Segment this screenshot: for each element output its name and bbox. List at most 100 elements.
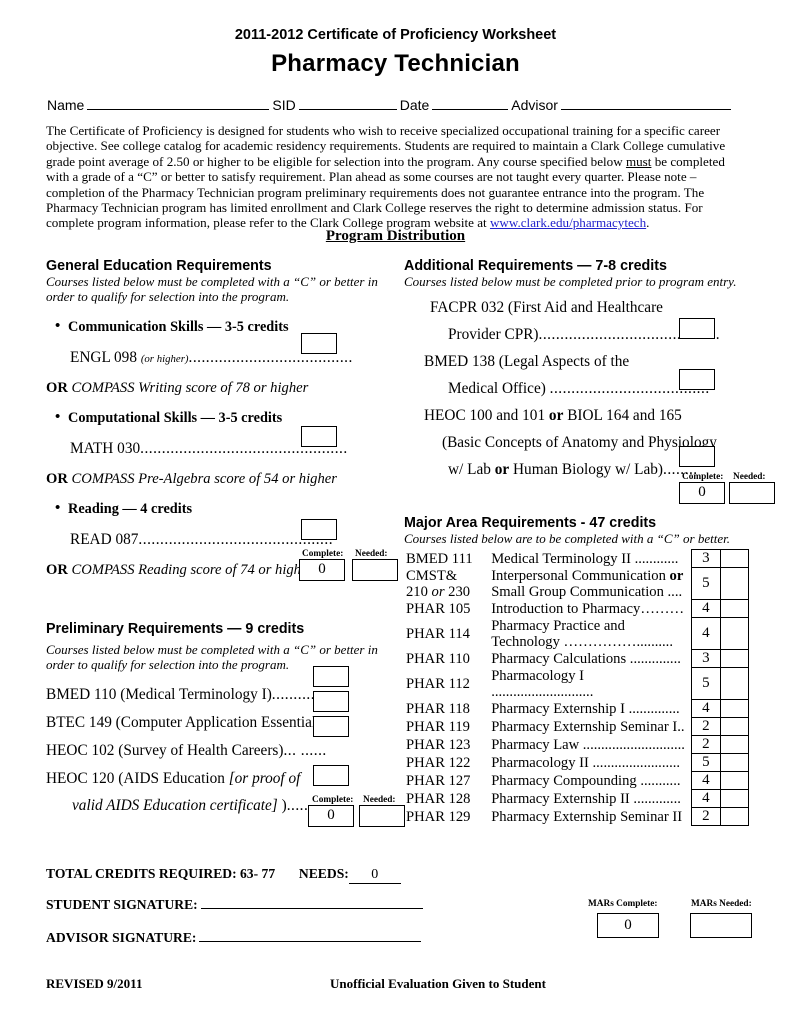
btec149-checkbox[interactable] — [313, 691, 349, 712]
mars-complete-label: MARs Complete: — [588, 899, 658, 909]
course-code-line1: CMST& — [406, 567, 458, 584]
engl098-code: ENGL 098 — [70, 349, 137, 367]
additional-needed-label: Needed: — [733, 472, 766, 482]
gened-needed-label: Needed: — [355, 549, 388, 559]
course-title: Pharmacy Externship Seminar I.. — [491, 718, 685, 735]
engl098-checkbox[interactable] — [301, 333, 337, 354]
table-row: PHAR 122 Pharmacology II ...............… — [404, 753, 750, 772]
student-signature-input[interactable] — [200, 897, 423, 909]
prelim-needed-box[interactable] — [359, 805, 405, 827]
course-credits: 5 — [691, 567, 721, 600]
additional-needed-box[interactable] — [729, 482, 775, 504]
course-line-facpr032-line1: FACPR 032 (First Aid and Healthcare — [430, 299, 754, 317]
course-check-cell[interactable] — [719, 599, 750, 618]
course-credits: 5 — [691, 667, 721, 700]
read087-checkbox[interactable] — [301, 519, 337, 540]
worksheet-subtitle: 2011-2012 Certificate of Proficiency Wor… — [234, 27, 557, 43]
major-area-note: Courses listed below are to be completed… — [404, 530, 730, 546]
bullet-communication-skills: Communication Skills — 3-5 credits — [55, 318, 396, 336]
course-check-cell[interactable] — [719, 617, 750, 650]
program-distribution-heading: Program Distribution — [0, 228, 791, 245]
heoc120-bracket-close: valid AIDS Education certificate] — [72, 797, 278, 815]
course-credits: 2 — [691, 807, 721, 826]
course-check-cell[interactable] — [719, 771, 750, 790]
course-title: Pharmacology I .........................… — [491, 667, 594, 700]
footer-revised: REVISED 9/2011 — [46, 976, 143, 991]
student-signature-label: STUDENT SIGNATURE: — [46, 897, 198, 912]
course-credits: 3 — [691, 649, 721, 668]
facpr032-checkbox[interactable] — [679, 318, 715, 339]
course-line-read087: READ 087................................… — [70, 531, 396, 549]
bmed110-leader: .......... — [271, 686, 316, 704]
name-input[interactable] — [87, 98, 270, 110]
advisor-label: Advisor — [511, 97, 558, 113]
course-code: PHAR 127 — [406, 772, 471, 789]
mars-needed-box[interactable] — [690, 913, 752, 938]
compass-writing-text: COMPASS Writing score of 78 or higher — [71, 380, 309, 397]
course-code: PHAR 105 — [406, 600, 471, 617]
course-check-cell[interactable] — [719, 807, 750, 826]
course-code: PHAR 122 — [406, 754, 471, 771]
advisor-input[interactable] — [560, 98, 731, 110]
course-credits: 4 — [691, 599, 721, 618]
additional-complete-box[interactable]: 0 — [679, 482, 725, 504]
course-code: CMST& 210 or 230 — [404, 568, 491, 600]
course-code: PHAR 112 — [406, 675, 470, 692]
course-title-line1: Interpersonal Communication or — [491, 567, 684, 584]
course-code: PHAR 110 — [406, 650, 470, 667]
table-row: PHAR 105 Introduction to Pharmacy……… 4 — [404, 599, 750, 618]
advisor-signature-input[interactable] — [199, 930, 422, 942]
course-title: Introduction to Pharmacy……… — [491, 600, 685, 617]
general-education-note: Courses listed below must be completed w… — [46, 274, 378, 304]
course-title-line2: Technology …………….......... — [491, 633, 673, 650]
course-code: PHAR 118 — [406, 700, 470, 717]
course-check-cell[interactable] — [719, 717, 750, 736]
needs-label: NEEDS: — [298, 866, 349, 881]
page-title: Pharmacy Technician — [271, 50, 520, 77]
footer-note: Unofficial Evaluation Given to Student — [330, 976, 546, 991]
needs-value[interactable]: 0 — [348, 867, 401, 884]
course-check-cell[interactable] — [719, 789, 750, 808]
table-row: BMED 111 Medical Terminology II ........… — [404, 549, 750, 568]
course-title-line2: Small Group Communication .... — [491, 583, 683, 600]
total-credits-label: TOTAL CREDITS REQUIRED: 63- 77 — [46, 866, 276, 881]
course-title: Pharmacy Compounding ........... — [491, 772, 681, 789]
math030-checkbox[interactable] — [301, 426, 337, 447]
heoc100-checkbox[interactable] — [679, 446, 715, 467]
sid-input[interactable] — [298, 98, 397, 110]
bmed138-checkbox[interactable] — [679, 369, 715, 390]
gened-needed-box[interactable] — [352, 559, 398, 581]
table-row: CMST& 210 or 230 Interpersonal Communicat… — [404, 567, 750, 600]
additional-complete-label: Complete: — [682, 472, 724, 482]
mars-needed-label: MARs Needed: — [691, 899, 752, 909]
date-input[interactable] — [432, 98, 509, 110]
course-check-cell[interactable] — [719, 699, 750, 718]
course-check-cell[interactable] — [719, 735, 750, 754]
table-row: PHAR 129 Pharmacy Externship Seminar II … — [404, 807, 750, 826]
student-info-row: Name SID Date Advisor — [47, 97, 747, 113]
course-credits: 4 — [691, 699, 721, 718]
prelim-complete-box[interactable]: 0 — [308, 805, 354, 827]
course-check-cell[interactable] — [719, 753, 750, 772]
bmed110-checkbox[interactable] — [313, 666, 349, 687]
course-check-cell[interactable] — [719, 667, 750, 700]
program-distribution-text: Program Distribution — [325, 228, 466, 244]
course-line-heoc100-line1: HEOC 100 and 101 or BIOL 164 and 165 — [424, 407, 754, 425]
cmst-title-or: or — [669, 567, 684, 584]
preliminary-heading: Preliminary Requirements — 9 credits — [46, 621, 305, 638]
btec149-text: BTEC 149 (Computer Application Essential… — [46, 714, 328, 732]
prelim-complete-label: Complete: — [312, 795, 354, 805]
course-check-cell[interactable] — [719, 549, 750, 568]
gened-complete-box[interactable]: 0 — [299, 559, 345, 581]
course-check-cell[interactable] — [719, 649, 750, 668]
course-check-cell[interactable] — [719, 567, 750, 600]
course-code: PHAR 114 — [406, 625, 470, 642]
mars-complete-box[interactable]: 0 — [597, 913, 659, 938]
reading-label: Reading — 4 credits — [68, 501, 193, 518]
heoc120-checkbox[interactable] — [313, 765, 349, 786]
table-row: PHAR 118 Pharmacy Externship I .........… — [404, 699, 750, 718]
heoc100-or: or — [548, 406, 564, 424]
course-title: Pharmacy Externship Seminar II — [491, 808, 683, 825]
heoc102-checkbox[interactable] — [313, 716, 349, 737]
course-title: Interpersonal Communication or Small Grou… — [491, 568, 691, 600]
